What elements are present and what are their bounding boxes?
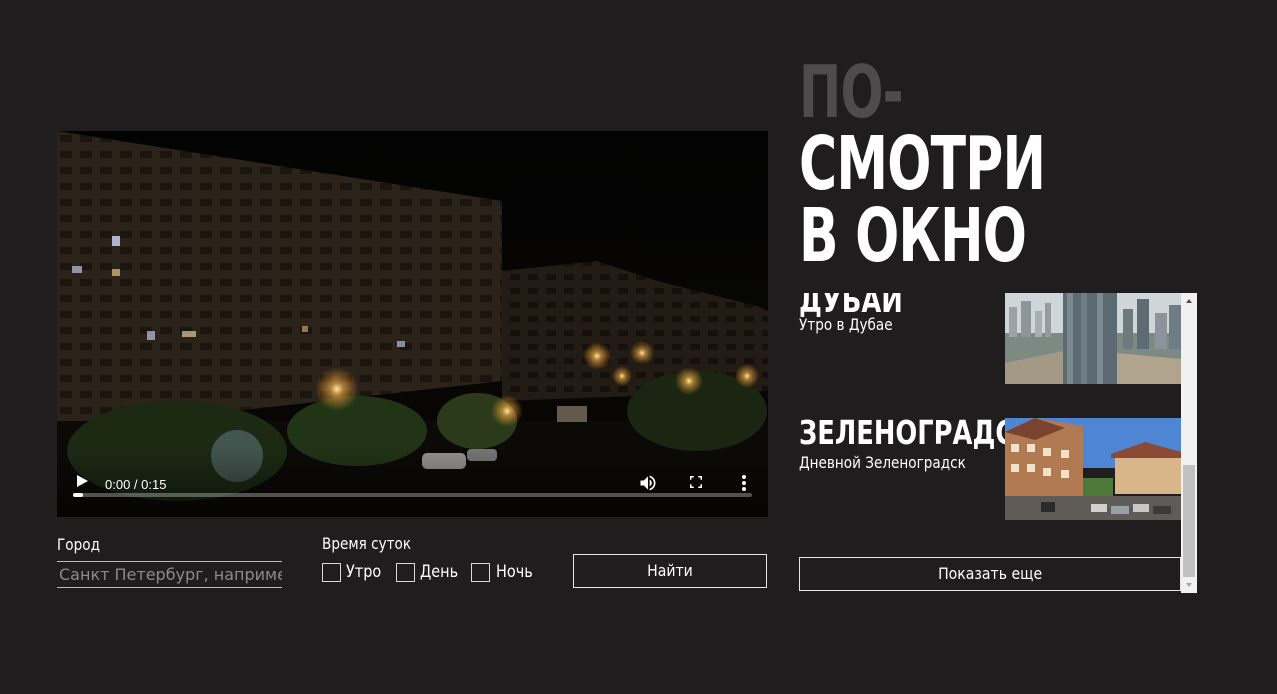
video-list[interactable]: ДУБАЙ Утро в Дубае ЗЕЛЕНОГРАДСК Дневной … [799, 293, 1197, 593]
video-player[interactable]: 0:00 / 0:15 [57, 131, 768, 517]
fullscreen-icon [690, 476, 702, 488]
page-title: ПО- СМОТРИ В ОКНО [799, 50, 1046, 279]
checkbox-night[interactable] [471, 563, 490, 582]
title-line-1: ПО- [799, 50, 904, 134]
more-vertical-icon [742, 475, 746, 491]
checkbox-day-label: День [420, 562, 459, 582]
scroll-down-button[interactable] [1181, 577, 1197, 593]
title-line-2: СМОТРИ [799, 121, 1046, 207]
show-more-label: Показать еще [937, 564, 1043, 583]
dubai-image [1005, 293, 1181, 384]
find-button-label: Найти [647, 561, 693, 580]
video-progress-fill [73, 493, 84, 497]
thumbnail-zelenogradsk[interactable] [1005, 418, 1181, 520]
scroll-up-button[interactable] [1181, 293, 1197, 309]
checkbox-morning[interactable] [322, 563, 341, 582]
show-more-button[interactable]: Показать еще [799, 557, 1181, 591]
scroll-thumb[interactable] [1183, 465, 1195, 577]
play-button[interactable] [73, 471, 91, 491]
play-icon [77, 475, 88, 487]
volume-icon [640, 475, 656, 491]
checkbox-day[interactable] [396, 563, 415, 582]
volume-button[interactable] [638, 473, 658, 493]
city-input[interactable] [57, 561, 282, 588]
list-item-city-zelenogradsk[interactable]: ЗЕЛЕНОГРАДСК [799, 413, 1035, 452]
video-controls: 0:00 / 0:15 [57, 447, 768, 517]
checkbox-night-label: Ночь [496, 562, 533, 582]
checkbox-morning-label: Утро [346, 562, 382, 582]
video-time: 0:00 / 0:15 [105, 477, 167, 492]
thumbnail-dubai[interactable] [1005, 293, 1181, 384]
title-line-3: В ОКНО [799, 193, 1027, 279]
list-item-desc-dubai: Утро в Дубае [799, 315, 893, 334]
zelenogradsk-image [1005, 418, 1181, 520]
scroll-up-arrow-icon [1186, 299, 1192, 303]
time-of-day-label: Время суток [322, 534, 412, 553]
scroll-down-arrow-icon [1186, 583, 1192, 587]
video-progress-bar[interactable] [73, 493, 752, 497]
list-scrollbar[interactable] [1181, 293, 1197, 593]
find-button[interactable]: Найти [573, 554, 767, 588]
city-label: Город [57, 535, 100, 554]
fullscreen-button[interactable] [687, 473, 705, 491]
more-options-button[interactable] [735, 473, 753, 493]
list-item-desc-zelenogradsk: Дневной Зеленоградск [799, 453, 966, 472]
